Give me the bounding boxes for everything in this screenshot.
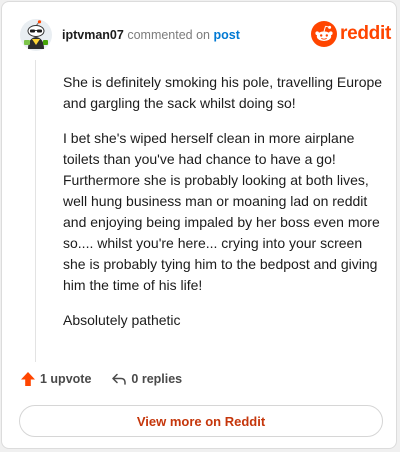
- comment-header: iptvman07 commented on post: [62, 27, 240, 43]
- comment-paragraph: She is definitely smoking his pole, trav…: [63, 74, 383, 111]
- replies-button[interactable]: 0 replies: [111, 371, 182, 387]
- upvote-arrow-icon: [21, 372, 35, 386]
- post-link[interactable]: post: [214, 28, 240, 42]
- thread-line: [35, 60, 36, 362]
- reddit-logo-icon: [311, 21, 337, 47]
- view-more-label: View more on Reddit: [136, 413, 266, 429]
- reply-count: 0 replies: [131, 372, 183, 386]
- comment-body: She is definitely smoking his pole, trav…: [63, 72, 383, 345]
- reddit-logo[interactable]: reddit: [311, 21, 391, 47]
- reddit-wordmark: reddit: [340, 23, 391, 44]
- comment-actions: 1 upvote 0 replies: [20, 371, 182, 387]
- username-link[interactable]: iptvman07: [62, 28, 124, 42]
- reply-arrow-icon: [112, 373, 127, 385]
- view-more-button[interactable]: View more on Reddit: [19, 405, 383, 437]
- upvote-count: 1 upvote: [40, 372, 92, 386]
- snoo-avatar-icon: [20, 19, 52, 51]
- avatar[interactable]: [20, 19, 52, 51]
- upvote-button[interactable]: 1 upvote: [20, 371, 91, 387]
- comment-paragraph: I bet she's wiped herself clean in more …: [63, 130, 380, 293]
- comment-paragraph: Absolutely pathetic: [63, 312, 181, 328]
- commented-on-label: commented on: [127, 28, 211, 42]
- comment-embed-card: iptvman07 commented on post reddit She i…: [1, 1, 397, 449]
